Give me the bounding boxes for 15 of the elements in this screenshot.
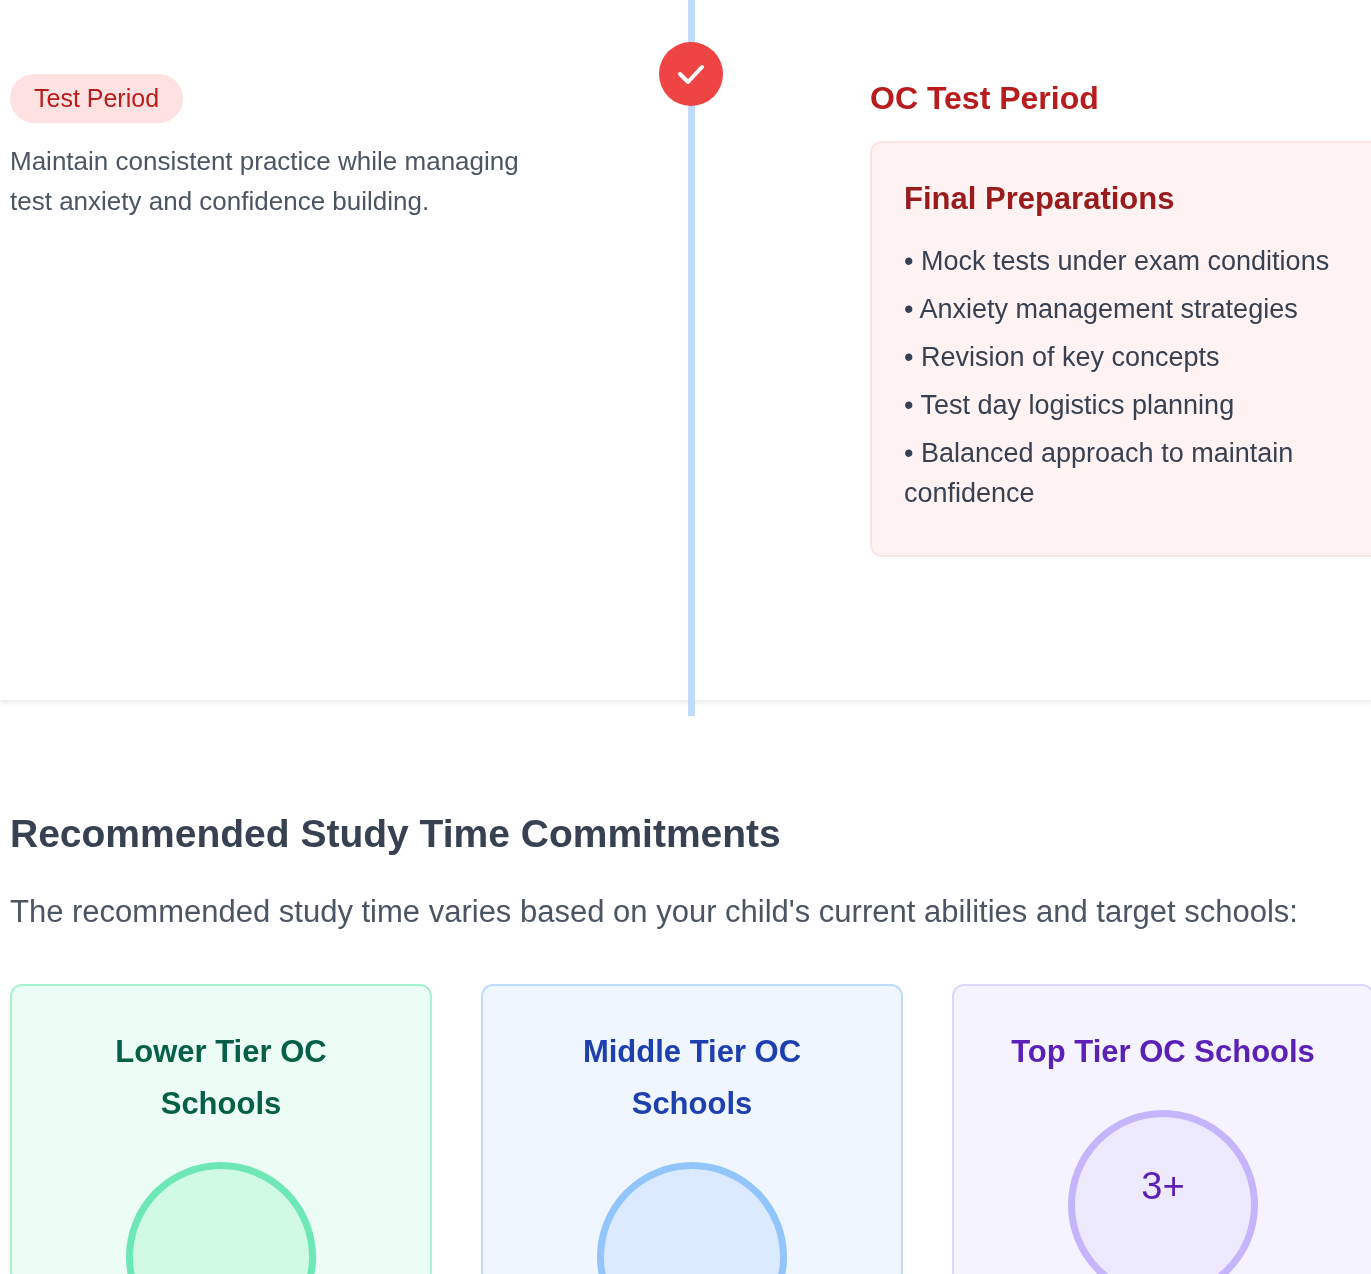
preparation-item: • Balanced approach to maintain confidence <box>904 437 1295 510</box>
step-title: OC Test Period <box>870 80 1100 117</box>
preparation-item: • Test day logistics planning <box>904 389 1236 422</box>
card-heading: Final Preparations <box>904 181 1176 217</box>
section-heading: Recommended Study Time Commitments <box>10 812 782 856</box>
preparation-item: • Anxiety management strategies <box>904 293 1299 326</box>
step-description: Maintain consistent practice while managing test anxiety and confidence building. <box>10 145 520 218</box>
period-badge: Test Period <box>10 74 184 123</box>
preparation-item: • Revision of key concepts <box>904 341 1221 374</box>
intro-text: The recommended study time varies based on your child's current abilities and target schools: <box>10 893 1299 931</box>
tier-title: Top Tier OC Schools <box>1010 1033 1316 1071</box>
tier-title: Lower Tier OC Schools <box>114 1033 328 1123</box>
tier-title: Middle Tier OC Schools <box>581 1033 803 1123</box>
preparation-item: • Mock tests under exam conditions <box>904 245 1331 278</box>
hours-circle: 3+ <box>1068 1110 1258 1274</box>
